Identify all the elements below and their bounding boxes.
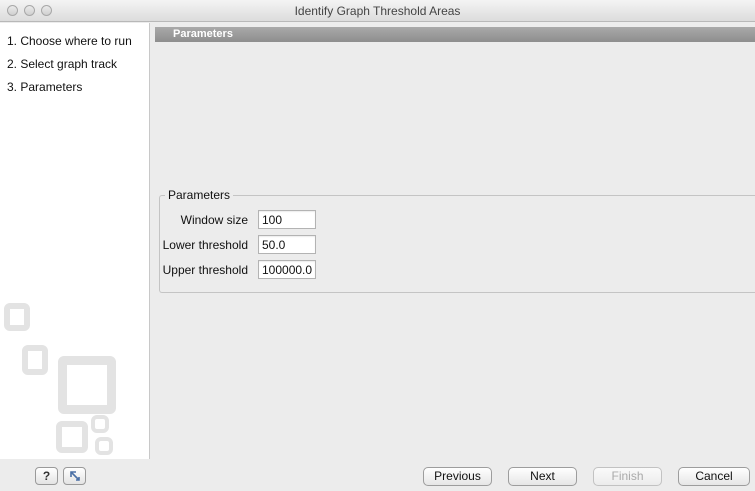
wizard-steps-sidebar: 1. Choose where to run 2. Select graph t… [0, 23, 150, 459]
cancel-button[interactable]: Cancel [678, 467, 750, 486]
upper-threshold-label: Upper threshold [162, 263, 248, 277]
group-title: Parameters [165, 188, 234, 202]
title-bar: Identify Graph Threshold Areas [0, 0, 755, 22]
previous-button[interactable]: Previous [423, 467, 492, 486]
step-parameters[interactable]: 3. Parameters [7, 80, 82, 94]
restore-defaults-icon [69, 471, 80, 481]
help-button[interactable]: ? [35, 467, 58, 485]
step-choose-where-to-run[interactable]: 1. Choose where to run [7, 34, 132, 48]
upper-threshold-input[interactable] [258, 260, 316, 279]
finish-button[interactable]: Finish [593, 467, 662, 486]
wizard-content-panel: Parameters Parameters Window size Lower … [151, 23, 755, 459]
parameters-group: Parameters Window size Lower threshold U… [159, 188, 755, 293]
lower-threshold-input[interactable] [258, 235, 316, 254]
window-title: Identify Graph Threshold Areas [294, 4, 461, 18]
next-button[interactable]: Next [508, 467, 577, 486]
window-size-label: Window size [180, 213, 248, 227]
window-size-input[interactable] [258, 210, 316, 229]
section-header: Parameters [155, 27, 755, 42]
lower-threshold-label: Lower threshold [162, 238, 248, 252]
step-select-graph-track[interactable]: 2. Select graph track [7, 57, 117, 71]
wizard-footer: ? Previous Next Finish Cancel [0, 459, 755, 491]
restore-defaults-button[interactable] [63, 467, 86, 485]
help-icon: ? [42, 469, 51, 483]
